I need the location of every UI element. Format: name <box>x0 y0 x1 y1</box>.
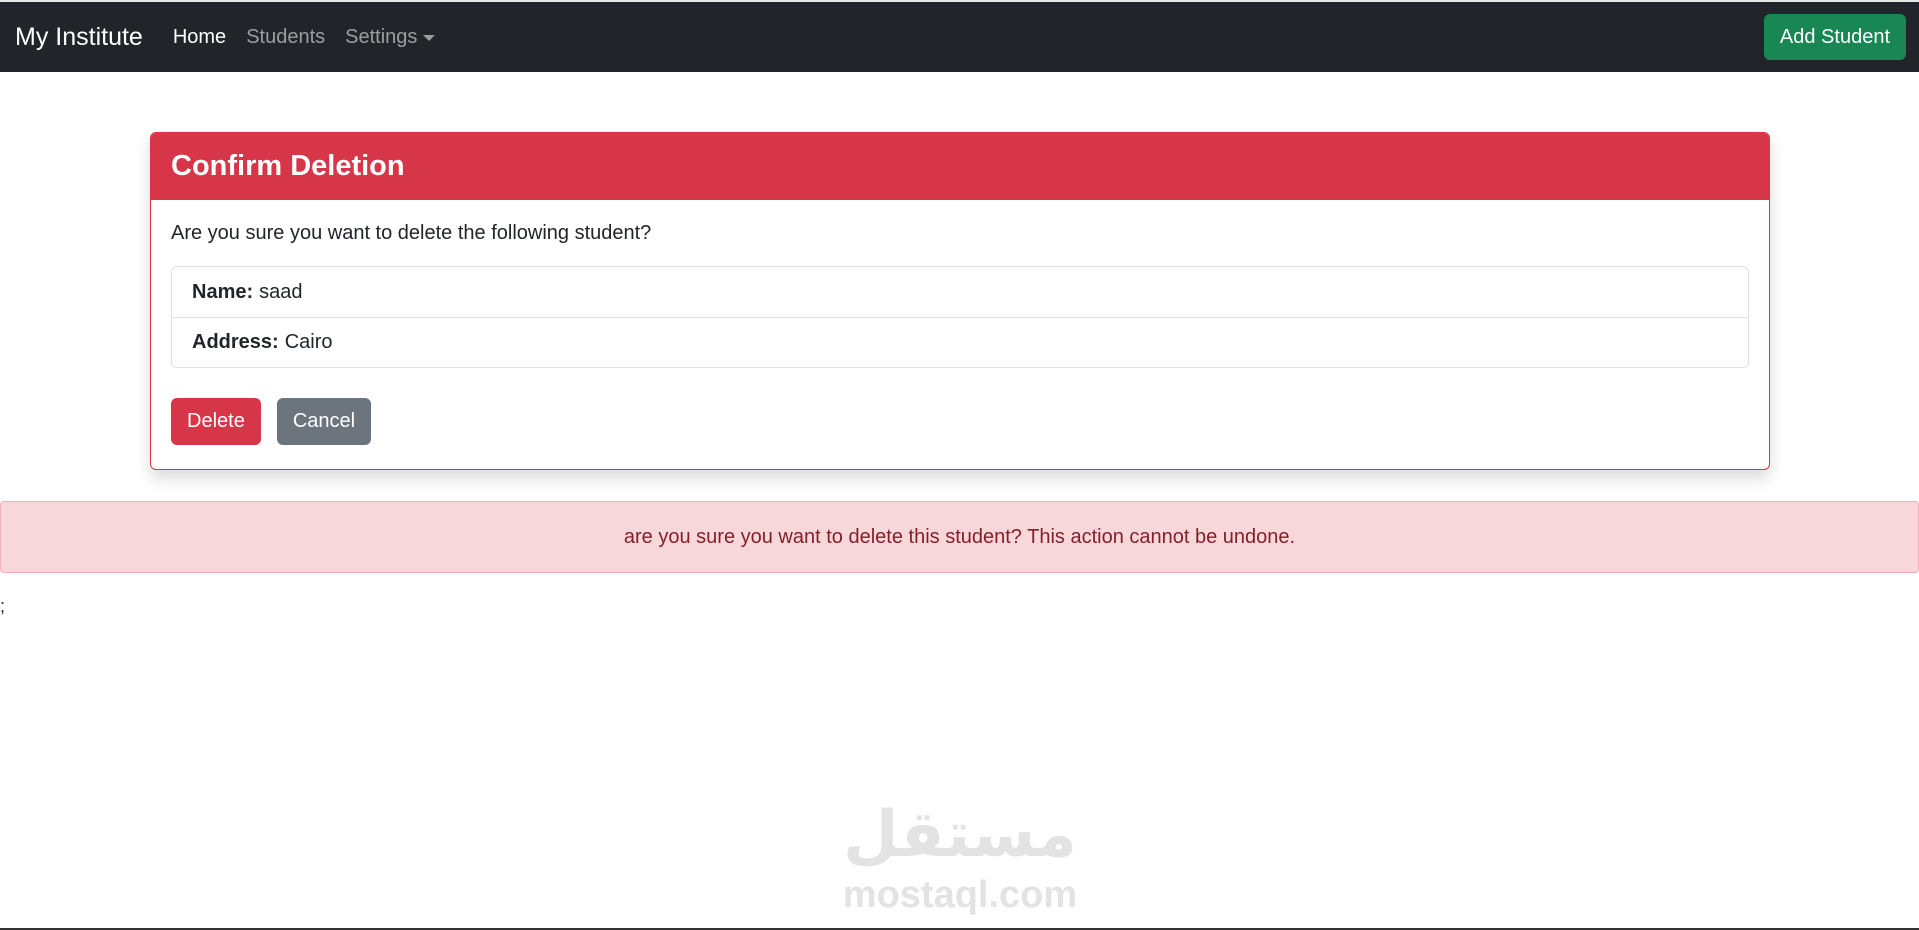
name-value: saad <box>259 280 303 303</box>
card-header: Confirm Deletion <box>151 133 1769 200</box>
card-actions: Delete Cancel <box>171 398 1749 445</box>
confirm-deletion-card: Confirm Deletion Are you sure you want t… <box>150 132 1770 470</box>
nav-dropdown-settings-label: Settings <box>345 25 418 48</box>
nav-link-home[interactable]: Home <box>173 26 226 49</box>
card-title: Confirm Deletion <box>171 150 405 182</box>
delete-button[interactable]: Delete <box>171 398 261 445</box>
add-student-button[interactable]: Add Student <box>1763 14 1906 60</box>
address-label: Address: <box>192 331 279 353</box>
confirm-prompt: Are you sure you want to delete the foll… <box>171 222 652 244</box>
name-label: Name: <box>192 280 254 303</box>
list-item-name: Name: saad <box>172 267 1748 317</box>
nav-dropdown-settings[interactable]: Settings <box>345 25 436 49</box>
warning-alert: are you sure you want to delete this stu… <box>0 501 1919 573</box>
address-value: Cairo <box>284 331 333 353</box>
list-item-address: Address: Cairo <box>172 317 1748 367</box>
card-body: Are you sure you want to delete the foll… <box>151 200 1769 445</box>
watermark-url: mostaql.com <box>842 874 1078 916</box>
navbar: My Institute Home Students Settings Add … <box>0 2 1919 72</box>
stray-text: ; <box>0 596 6 616</box>
watermark: مستقل mostaql.com <box>840 795 1080 915</box>
cancel-button[interactable]: Cancel <box>276 398 372 445</box>
caret-down-icon <box>423 35 436 41</box>
student-details-list: Name: saad Address: Cairo <box>171 266 1749 368</box>
nav-links: Home Students Settings <box>173 26 456 49</box>
navbar-brand[interactable]: My Institute <box>15 23 143 52</box>
nav-link-students[interactable]: Students <box>246 26 325 49</box>
watermark-logo: مستقل <box>842 798 1078 872</box>
